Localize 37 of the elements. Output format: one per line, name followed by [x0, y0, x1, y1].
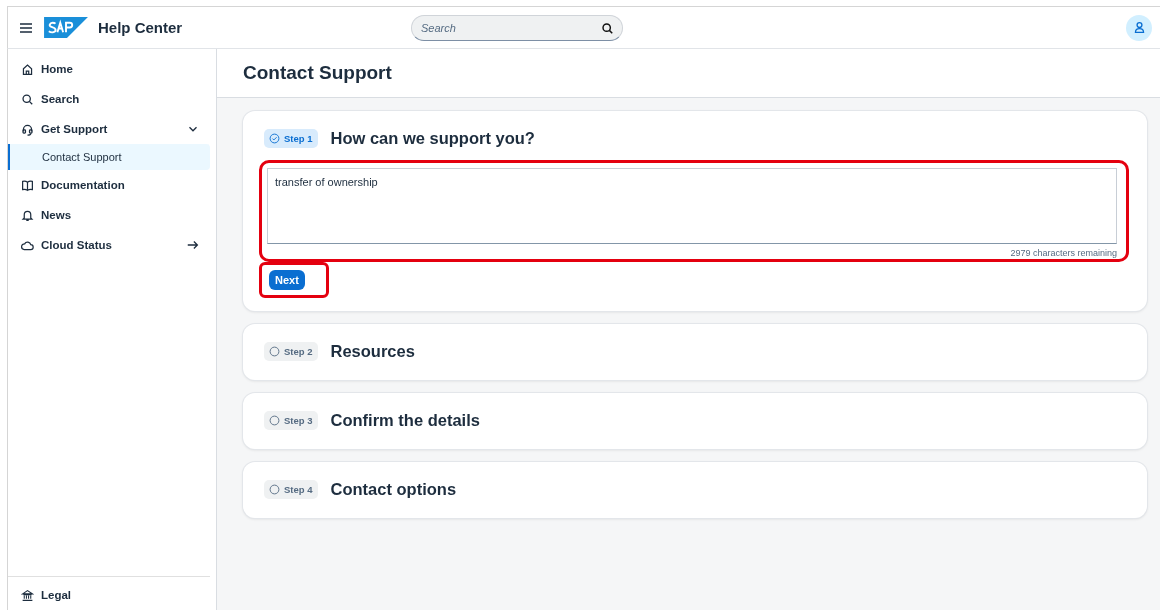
step-badge: Step 1	[264, 129, 318, 148]
search-field[interactable]: Search	[411, 14, 623, 41]
home-icon	[21, 62, 34, 76]
sidebar-item[interactable]: Get Support	[8, 114, 210, 144]
step-badge: Step 4	[264, 480, 318, 499]
check-circle-icon	[269, 133, 280, 144]
step-title: Confirm the details	[330, 411, 480, 430]
headset-icon	[21, 122, 34, 136]
sidebar-item[interactable]: News	[8, 200, 210, 230]
user-avatar[interactable]	[1126, 14, 1152, 41]
book-icon	[21, 178, 34, 192]
step-badge: Step 3	[264, 411, 318, 430]
step-title: Contact options	[330, 480, 457, 499]
page-title: Contact Support	[243, 62, 392, 84]
legal-link[interactable]: Legal	[8, 580, 204, 610]
sidebar-item[interactable]: Documentation	[8, 170, 210, 200]
logo-icon[interactable]	[44, 17, 88, 38]
arrow-icon[interactable]	[186, 238, 200, 252]
circle-icon	[269, 346, 280, 357]
sidebar-item[interactable]: Home	[8, 54, 210, 84]
sidebar-subitem[interactable]: Contact Support	[8, 144, 210, 170]
brand-title: Help Center	[98, 19, 183, 36]
circle-icon	[269, 415, 280, 426]
next-button[interactable]: Next	[269, 270, 305, 290]
sidebar-item[interactable]: Search	[8, 84, 210, 114]
text-area[interactable]: transfer of ownership	[267, 168, 1117, 244]
step-badge: Step 2	[264, 342, 318, 361]
character-counter: 2979 characters remaining	[1010, 248, 1117, 258]
search-icon[interactable]	[601, 21, 614, 35]
step-title: How can we support you?	[330, 129, 535, 148]
sidebar-item[interactable]: Cloud Status	[8, 230, 210, 260]
circle-icon	[269, 484, 280, 495]
bell-icon	[21, 208, 34, 222]
search-icon	[21, 92, 34, 106]
step-title: Resources	[330, 342, 415, 361]
building-icon	[21, 588, 34, 602]
cloud-icon	[21, 238, 34, 252]
